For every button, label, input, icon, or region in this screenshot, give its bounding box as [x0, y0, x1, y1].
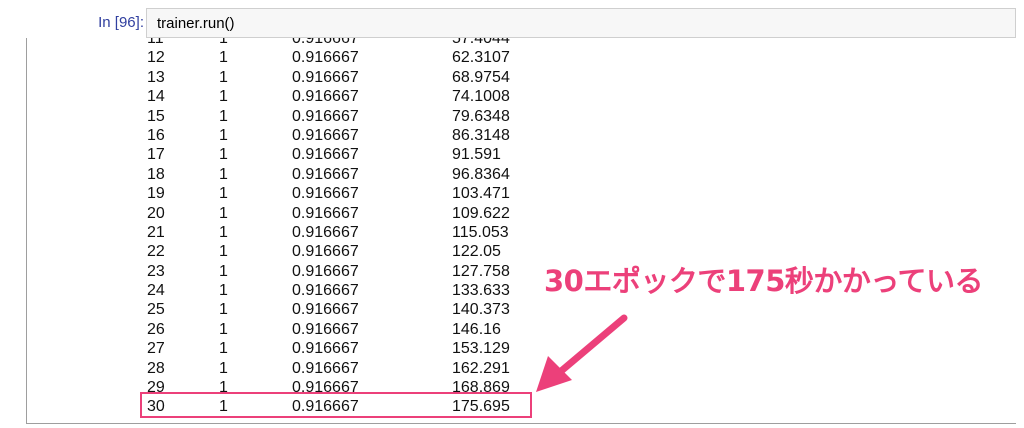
- output-row: 17 1 0.916667 91.591: [27, 145, 1016, 164]
- output-row: 15 1 0.916667 79.6348: [27, 107, 1016, 126]
- epoch-cell: 13: [147, 68, 165, 86]
- accuracy-cell: 0.916667: [292, 262, 359, 280]
- elapsed-time-cell: 79.6348: [452, 107, 510, 125]
- accuracy-cell: 0.916667: [292, 165, 359, 183]
- annotation-text: 30エポックで175秒かかっている: [544, 264, 983, 298]
- accuracy-cell: 0.916667: [292, 282, 359, 300]
- elapsed-time-cell: 153.129: [452, 340, 510, 358]
- accuracy-cell: 0.916667: [292, 223, 359, 241]
- epoch-cell: 14: [147, 88, 165, 106]
- accuracy-cell: 0.916667: [292, 340, 359, 358]
- elapsed-time-cell: 109.622: [452, 204, 510, 222]
- iteration-cell: 1: [219, 107, 228, 125]
- epoch-cell: 28: [147, 359, 165, 377]
- iteration-cell: 1: [219, 262, 228, 280]
- accuracy-cell: 0.916667: [292, 359, 359, 377]
- iteration-cell: 1: [219, 359, 228, 377]
- accuracy-cell: 0.916667: [292, 68, 359, 86]
- output-row: 19 1 0.916667 103.471: [27, 184, 1016, 203]
- iteration-cell: 1: [219, 243, 228, 261]
- elapsed-time-cell: 74.1008: [452, 88, 510, 106]
- output-row: 11 1 0.916667 57.4044: [27, 38, 1016, 48]
- iteration-cell: 1: [219, 301, 228, 319]
- iteration-cell: 1: [219, 88, 228, 106]
- elapsed-time-cell: 115.053: [452, 223, 509, 241]
- accuracy-cell: 0.916667: [292, 49, 359, 67]
- epoch-cell: 12: [147, 49, 165, 67]
- accuracy-cell: 0.916667: [292, 301, 359, 319]
- accuracy-cell: 0.916667: [292, 320, 359, 338]
- iteration-cell: 1: [219, 49, 228, 67]
- cell-output-area[interactable]: 11 1 0.916667 57.4044 12 1 0.916667 62.3107 13 1 0…: [26, 38, 1016, 424]
- elapsed-time-cell: 127.758: [452, 262, 510, 280]
- epoch-cell: 17: [147, 146, 165, 164]
- accuracy-cell: 0.916667: [292, 204, 359, 222]
- output-row: 28 1 0.916667 162.291: [27, 359, 1016, 378]
- elapsed-time-cell: 146.16: [452, 320, 501, 338]
- highlight-box: [140, 392, 532, 418]
- elapsed-time-cell: 96.8364: [452, 165, 510, 183]
- epoch-cell: 22: [147, 243, 165, 261]
- output-row: 21 1 0.916667 115.053: [27, 223, 1016, 242]
- accuracy-cell: 0.916667: [292, 38, 359, 47]
- code-text: trainer.run(): [157, 15, 235, 32]
- iteration-cell: 1: [219, 68, 228, 86]
- iteration-cell: 1: [219, 185, 228, 203]
- iteration-cell: 1: [219, 38, 228, 47]
- iteration-cell: 1: [219, 204, 228, 222]
- accuracy-cell: 0.916667: [292, 126, 359, 144]
- accuracy-cell: 0.916667: [292, 88, 359, 106]
- output-row: 12 1 0.916667 62.3107: [27, 48, 1016, 67]
- iteration-cell: 1: [219, 320, 228, 338]
- elapsed-time-cell: 103.471: [452, 185, 510, 203]
- output-rows: 11 1 0.916667 57.4044 12 1 0.916667 62.3107 13 1 0…: [27, 38, 1016, 417]
- output-row: 13 1 0.916667 68.9754: [27, 68, 1016, 87]
- epoch-cell: 24: [147, 282, 165, 300]
- output-row: 14 1 0.916667 74.1008: [27, 87, 1016, 106]
- epoch-cell: 16: [147, 126, 165, 144]
- iteration-cell: 1: [219, 340, 228, 358]
- epoch-cell: 25: [147, 301, 165, 319]
- epoch-cell: 15: [147, 107, 165, 125]
- iteration-cell: 1: [219, 146, 228, 164]
- iteration-cell: 1: [219, 223, 228, 241]
- epoch-cell: 11: [147, 38, 164, 47]
- input-prompt: In [96]:: [98, 14, 144, 31]
- iteration-cell: 1: [219, 282, 228, 300]
- iteration-cell: 1: [219, 126, 228, 144]
- accuracy-cell: 0.916667: [292, 243, 359, 261]
- epoch-cell: 21: [147, 223, 165, 241]
- output-row: 20 1 0.916667 109.622: [27, 204, 1016, 223]
- elapsed-time-cell: 162.291: [452, 359, 510, 377]
- code-cell-input[interactable]: trainer.run(): [146, 8, 1016, 38]
- elapsed-time-cell: 140.373: [452, 301, 510, 319]
- output-row: 25 1 0.916667 140.373: [27, 300, 1016, 319]
- elapsed-time-cell: 68.9754: [452, 68, 510, 86]
- output-row: 26 1 0.916667 146.16: [27, 320, 1016, 339]
- elapsed-time-cell: 62.3107: [452, 49, 510, 67]
- epoch-cell: 18: [147, 165, 165, 183]
- epoch-cell: 26: [147, 320, 165, 338]
- epoch-cell: 23: [147, 262, 165, 280]
- elapsed-time-cell: 57.4044: [452, 38, 510, 47]
- epoch-cell: 27: [147, 340, 165, 358]
- epoch-cell: 19: [147, 185, 165, 203]
- elapsed-time-cell: 122.05: [452, 243, 501, 261]
- epoch-cell: 20: [147, 204, 165, 222]
- accuracy-cell: 0.916667: [292, 107, 359, 125]
- iteration-cell: 1: [219, 165, 228, 183]
- accuracy-cell: 0.916667: [292, 185, 359, 203]
- elapsed-time-cell: 133.633: [452, 282, 510, 300]
- elapsed-time-cell: 91.591: [452, 146, 501, 164]
- accuracy-cell: 0.916667: [292, 146, 359, 164]
- elapsed-time-cell: 86.3148: [452, 126, 510, 144]
- output-row: 16 1 0.916667 86.3148: [27, 126, 1016, 145]
- output-row: 18 1 0.916667 96.8364: [27, 165, 1016, 184]
- output-row: 27 1 0.916667 153.129: [27, 339, 1016, 358]
